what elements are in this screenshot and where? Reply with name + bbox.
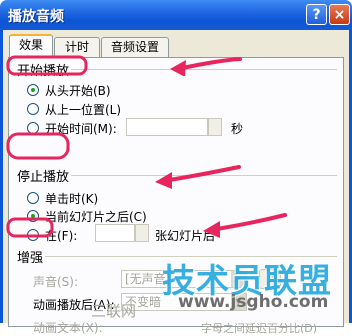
- option-from-last-position-label: 从上一位置(L): [45, 103, 122, 117]
- window-title: 播放音频: [8, 9, 64, 25]
- annotation-arrow-enhance: [203, 213, 287, 238]
- enhance-group-label: 增强: [15, 247, 46, 266]
- start-time-spinner[interactable]: [208, 118, 222, 136]
- partial-text-left: 三联网: [91, 302, 137, 320]
- help-button[interactable]: ?: [306, 4, 327, 25]
- annotation-arrow-start: [170, 57, 242, 76]
- slide-count-spinner[interactable]: [135, 224, 149, 242]
- radio-from-beginning[interactable]: [27, 84, 39, 96]
- option-after-current-slide-label: 当前幻灯片之后(C): [45, 210, 147, 224]
- close-button[interactable]: ×: [329, 4, 350, 25]
- annotation-arrow-stop: [155, 165, 241, 189]
- tab-audio-settings[interactable]: 音频设置: [101, 37, 169, 57]
- tab-timing[interactable]: 计时: [54, 37, 100, 57]
- title-bar: 播放音频 ? ×: [0, 0, 352, 30]
- stop-group-label: 停止播放: [15, 166, 72, 185]
- radio-on-click[interactable]: [27, 192, 39, 204]
- start-time-input[interactable]: [126, 118, 208, 136]
- highlight-start-label: [6, 55, 88, 76]
- option-on-click-label: 单击时(K): [45, 192, 99, 206]
- animate-text-label: 动画文本(X):: [33, 321, 103, 335]
- sound-label: 声音(S):: [33, 275, 79, 289]
- highlight-enhance-label: [6, 217, 54, 238]
- letter-delay-label: 字母之间延迟百分比(D): [201, 322, 318, 335]
- option-from-beginning-label: 从头开始(B): [45, 84, 111, 98]
- slide-count-input[interactable]: [95, 224, 135, 242]
- highlight-stop-label: [6, 132, 70, 160]
- radio-from-last-position[interactable]: [27, 103, 39, 115]
- seconds-unit-label: 秒: [231, 122, 244, 136]
- watermark-url: www.jsgho.com: [178, 292, 329, 312]
